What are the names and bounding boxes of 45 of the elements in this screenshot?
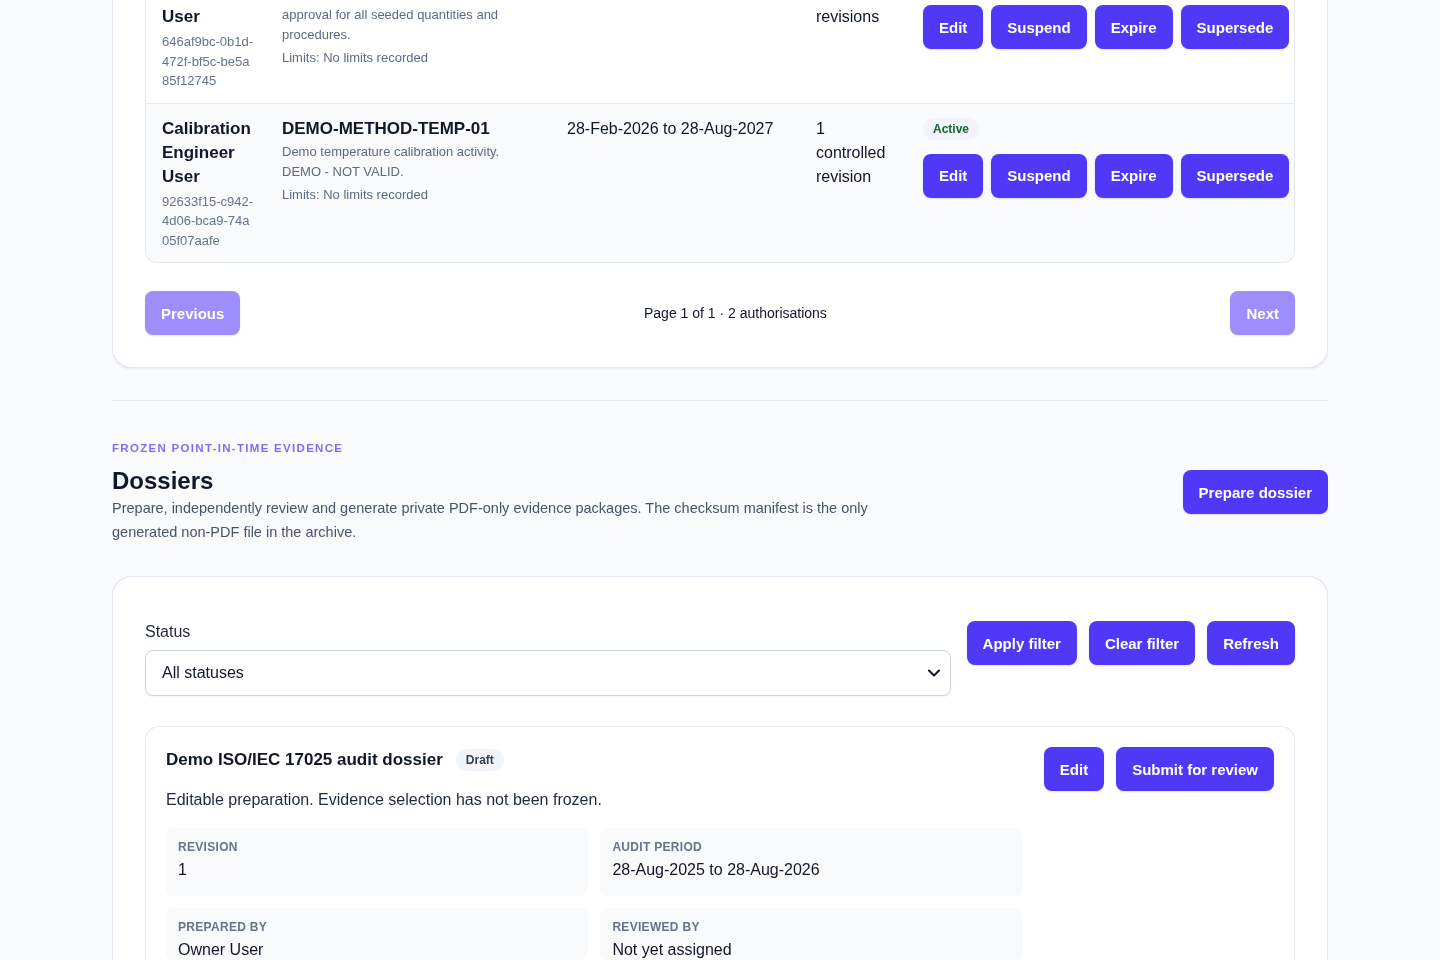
filter-action-button[interactable]: Refresh [1207, 621, 1295, 665]
user-id: 92633f15-c942-4d06-bca9-74a05f07aafe [162, 192, 254, 250]
pagination-summary: Page 1 of 1 · 2 authorisations [643, 305, 827, 321]
validity-period: 28-Feb-2026 to 28-Aug-2027 [567, 118, 774, 139]
user-name: Calibration Engineer User [162, 117, 252, 188]
detail-value: 1 [178, 860, 187, 880]
prepare-dossier-button[interactable]: Prepare dossier [1182, 470, 1328, 514]
status-badge: Active [923, 117, 980, 140]
chevron-down-icon [927, 669, 940, 677]
filter-action-button[interactable]: Clear filter [1088, 621, 1196, 665]
detail-value: Owner User [178, 940, 264, 960]
action-button[interactable]: Suspend [991, 153, 1087, 198]
action-button[interactable]: Supersede [1180, 5, 1290, 49]
limits-text: Limits: No limits recorded [282, 49, 428, 67]
detail-label: PREPARED BY [178, 919, 268, 935]
revision-count: revisions [816, 7, 880, 27]
detail-value: 28-Aug-2025 to 28-Aug-2026 [612, 860, 820, 880]
method-code: DEMO-METHOD-TEMP-01 [282, 117, 490, 140]
method-description: Demo temperature calibration activity. DEMO - NOT VALID. [282, 142, 501, 181]
user-name: User [162, 6, 200, 28]
action-button[interactable]: Supersede [1180, 153, 1290, 198]
status-select[interactable]: All statuses [145, 650, 951, 696]
section-eyebrow: FROZEN POINT-IN-TIME EVIDENCE [112, 441, 344, 456]
action-button[interactable]: Suspend [991, 5, 1087, 49]
action-button[interactable]: Expire [1094, 153, 1173, 198]
filter-action-button[interactable]: Apply filter [966, 621, 1077, 665]
user-id: 646af9bc-0b1d-472f-bf5c-be5a85f12745 [162, 33, 254, 90]
dossier-action-button[interactable]: Submit for review [1116, 747, 1274, 791]
section-title: Dossiers [112, 466, 214, 496]
dossier-title: Demo ISO/IEC 17025 audit dossier [166, 749, 443, 771]
action-button[interactable]: Expire [1094, 5, 1173, 49]
status-label: Status [145, 622, 191, 642]
limits-text: Limits: No limits recorded [282, 185, 428, 204]
action-button[interactable]: Edit [923, 5, 984, 49]
detail-label: AUDIT PERIOD [612, 839, 702, 855]
dossier-action-button[interactable]: Edit [1043, 747, 1105, 791]
method-description: approval for all seeded quantities and procedures. [282, 6, 500, 44]
status-badge: Draft [455, 749, 504, 771]
dossier-note: Editable preparation. Evidence selection has not been frozen. [166, 790, 603, 810]
detail-value: Not yet assigned [612, 940, 732, 960]
detail-label: REVIEWED BY [612, 919, 700, 935]
revision-count: 1 controlled revision [816, 118, 887, 187]
section-description: Prepare, independently review and generate private PDF-only evidence packages. The checksum manifest is the only generated non-PDF file in the archive. [112, 499, 869, 542]
detail-label: REVISION [178, 839, 238, 855]
action-button[interactable]: Edit [923, 153, 984, 198]
